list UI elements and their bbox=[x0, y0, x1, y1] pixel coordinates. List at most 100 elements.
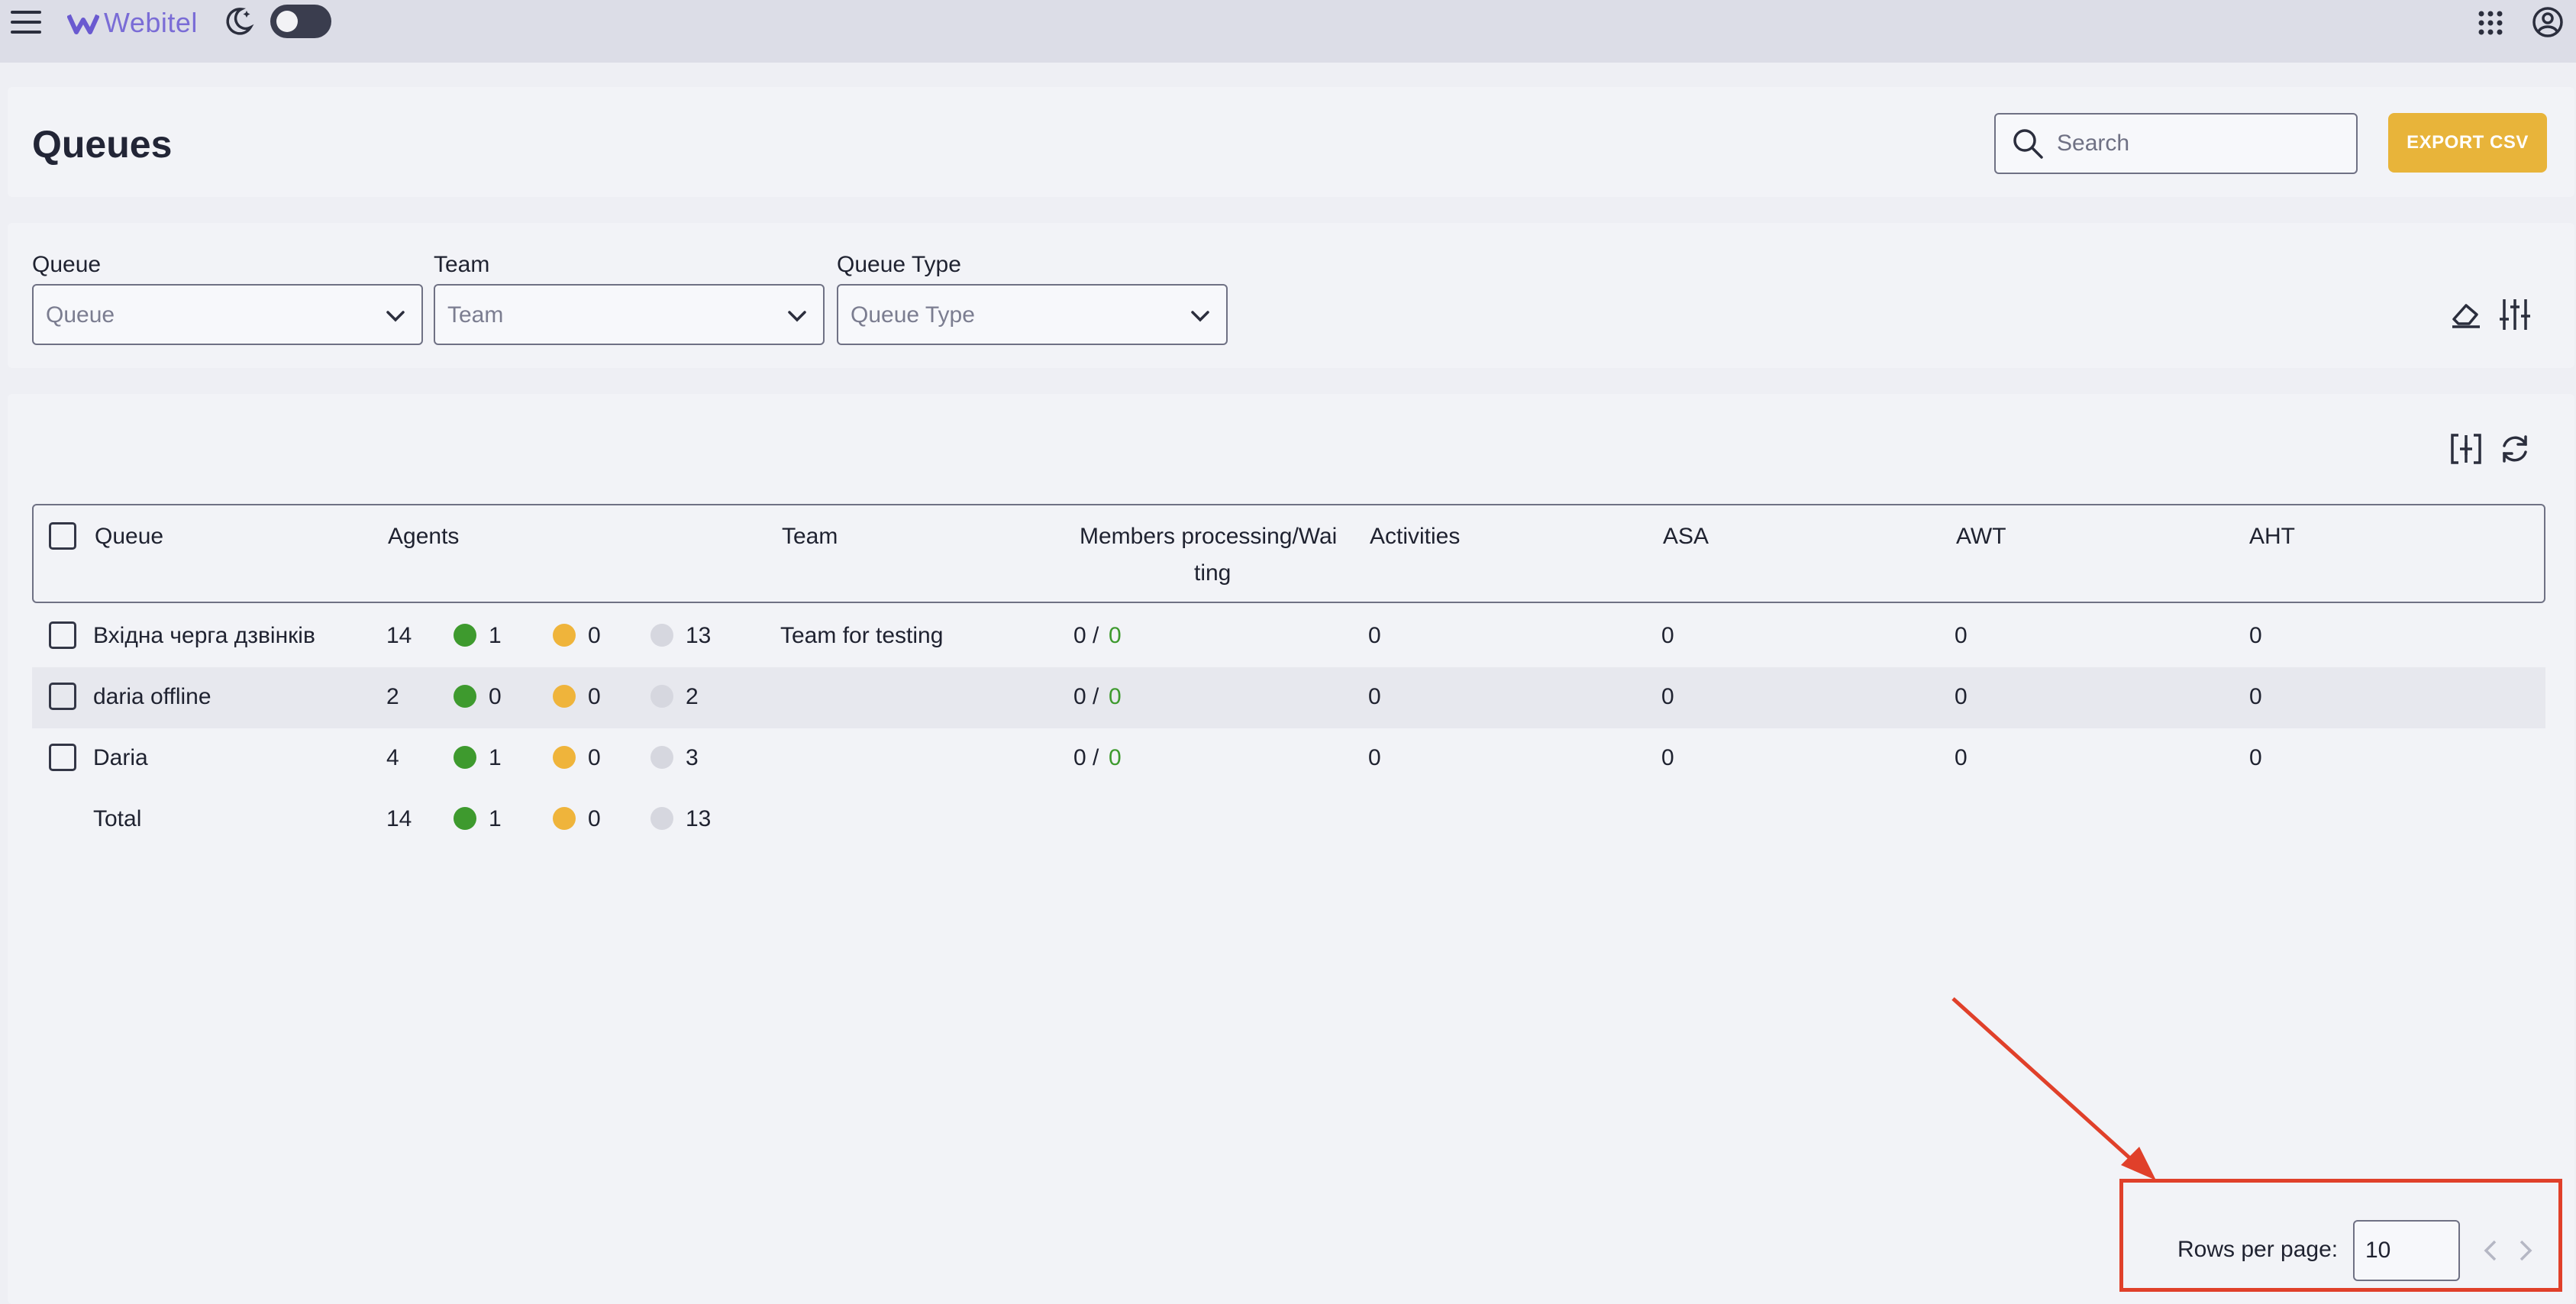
awt-value: 0 bbox=[1955, 623, 1968, 648]
column-header-asa[interactable]: ASA bbox=[1663, 524, 1709, 550]
queue-type-filter-label: Queue Type bbox=[837, 252, 961, 277]
filter-settings-icon[interactable] bbox=[2498, 296, 2532, 333]
members-waiting: 0 bbox=[1109, 623, 1122, 648]
brand-name: Webitel bbox=[104, 7, 198, 38]
table-row[interactable] bbox=[32, 728, 2545, 789]
eraser-icon[interactable] bbox=[2449, 298, 2483, 331]
agents-total: 2 bbox=[386, 684, 399, 709]
agents-total: 4 bbox=[386, 745, 399, 770]
column-header-agents[interactable]: Agents bbox=[388, 524, 459, 550]
agents-offline: 3 bbox=[686, 745, 699, 770]
agents-pause: 0 bbox=[588, 745, 601, 770]
agents-offline: 13 bbox=[686, 623, 712, 648]
total-online: 1 bbox=[489, 806, 502, 831]
pause-status-icon bbox=[553, 685, 576, 708]
total-label: Total bbox=[93, 806, 142, 831]
table-row[interactable] bbox=[32, 667, 2545, 728]
agents-online: 1 bbox=[489, 623, 502, 648]
online-status-icon bbox=[454, 746, 476, 769]
agents-online: 0 bbox=[489, 684, 502, 709]
row-checkbox[interactable] bbox=[49, 683, 76, 710]
members-processing: 0 / bbox=[1073, 745, 1099, 770]
online-status-icon bbox=[454, 624, 476, 647]
brand-logo[interactable]: Webitel bbox=[67, 3, 198, 43]
annotation-highlight-box bbox=[2119, 1179, 2562, 1292]
rows-per-page-input[interactable] bbox=[2353, 1220, 2460, 1281]
queue-type-filter-select[interactable]: Queue Type bbox=[837, 284, 1228, 345]
table-header bbox=[32, 504, 2545, 603]
agents-online: 1 bbox=[489, 745, 502, 770]
activities-value: 0 bbox=[1368, 623, 1381, 648]
rows-per-page-label: Rows per page: bbox=[2177, 1237, 2339, 1262]
row-checkbox[interactable] bbox=[49, 744, 76, 771]
aht-value: 0 bbox=[2249, 745, 2262, 770]
search-box[interactable] bbox=[1994, 113, 2358, 174]
column-header-activities[interactable]: Activities bbox=[1370, 524, 1460, 550]
previous-page-icon[interactable] bbox=[2480, 1238, 2501, 1263]
pause-status-icon bbox=[553, 624, 576, 647]
asa-value: 0 bbox=[1661, 623, 1674, 648]
chevron-down-icon bbox=[386, 311, 405, 322]
agents-total: 14 bbox=[386, 623, 412, 648]
total-pause: 0 bbox=[588, 806, 601, 831]
agents-pause: 0 bbox=[588, 623, 601, 648]
agents-pause: 0 bbox=[588, 684, 601, 709]
members-waiting: 0 bbox=[1109, 745, 1122, 770]
awt-value: 0 bbox=[1955, 745, 1968, 770]
column-settings-icon[interactable] bbox=[2449, 432, 2483, 466]
select-all-checkbox[interactable] bbox=[49, 522, 76, 550]
members-processing: 0 / bbox=[1073, 684, 1099, 709]
column-header-members-line2[interactable]: ting bbox=[1194, 560, 1231, 586]
webitel-logo-icon bbox=[67, 14, 99, 34]
members-processing: 0 / bbox=[1073, 623, 1099, 648]
column-header-queue[interactable]: Queue bbox=[95, 524, 163, 550]
agents-offline: 2 bbox=[686, 684, 699, 709]
team-filter-label: Team bbox=[434, 252, 490, 277]
activities-value: 0 bbox=[1368, 745, 1381, 770]
search-input[interactable] bbox=[2057, 115, 2347, 173]
aht-value: 0 bbox=[2249, 623, 2262, 648]
pause-status-icon bbox=[553, 746, 576, 769]
team-filter-select[interactable]: Team bbox=[434, 284, 825, 345]
next-page-icon[interactable] bbox=[2515, 1238, 2536, 1263]
members-waiting: 0 bbox=[1109, 684, 1122, 709]
total-agents: 14 bbox=[386, 806, 412, 831]
apps-grid-icon[interactable] bbox=[2477, 9, 2504, 37]
annotation-arrow bbox=[1951, 997, 2156, 1180]
refresh-icon[interactable] bbox=[2498, 432, 2532, 466]
dark-mode-icon bbox=[221, 5, 255, 38]
offline-status-icon bbox=[650, 685, 673, 708]
dark-mode-toggle[interactable] bbox=[270, 5, 331, 38]
total-offline: 13 bbox=[686, 806, 712, 831]
online-status-icon bbox=[454, 685, 476, 708]
queue-name-link[interactable]: Daria bbox=[93, 745, 148, 771]
chevron-down-icon bbox=[788, 311, 806, 322]
activities-value: 0 bbox=[1368, 684, 1381, 709]
asa-value: 0 bbox=[1661, 745, 1674, 770]
user-account-icon[interactable] bbox=[2532, 6, 2564, 38]
pause-status-icon bbox=[553, 807, 576, 830]
export-csv-button[interactable]: EXPORT CSV bbox=[2388, 113, 2547, 173]
queue-filter-placeholder: Queue bbox=[46, 302, 115, 328]
row-checkbox[interactable] bbox=[49, 621, 76, 649]
hamburger-menu-icon[interactable] bbox=[9, 8, 43, 38]
column-header-awt[interactable]: AWT bbox=[1956, 524, 2006, 550]
offline-status-icon bbox=[650, 807, 673, 830]
top-bar bbox=[0, 0, 2576, 63]
queue-filter-label: Queue bbox=[32, 252, 102, 277]
awt-value: 0 bbox=[1955, 684, 1968, 709]
column-header-aht[interactable]: AHT bbox=[2249, 524, 2295, 550]
queue-filter-select[interactable]: Queue bbox=[32, 284, 423, 345]
queue-name-link[interactable]: Вхідна черга дзвінків bbox=[93, 623, 315, 649]
aht-value: 0 bbox=[2249, 684, 2262, 709]
search-icon bbox=[2013, 129, 2043, 159]
chevron-down-icon bbox=[1191, 311, 1209, 322]
column-header-team[interactable]: Team bbox=[782, 524, 838, 550]
offline-status-icon bbox=[650, 746, 673, 769]
team-filter-placeholder: Team bbox=[447, 302, 504, 328]
online-status-icon bbox=[454, 807, 476, 830]
offline-status-icon bbox=[650, 624, 673, 647]
page-title: Queues bbox=[32, 123, 173, 166]
queue-name-link[interactable]: daria offline bbox=[93, 684, 211, 710]
column-header-members-line1[interactable]: Members processing/Wai bbox=[1080, 524, 1337, 550]
